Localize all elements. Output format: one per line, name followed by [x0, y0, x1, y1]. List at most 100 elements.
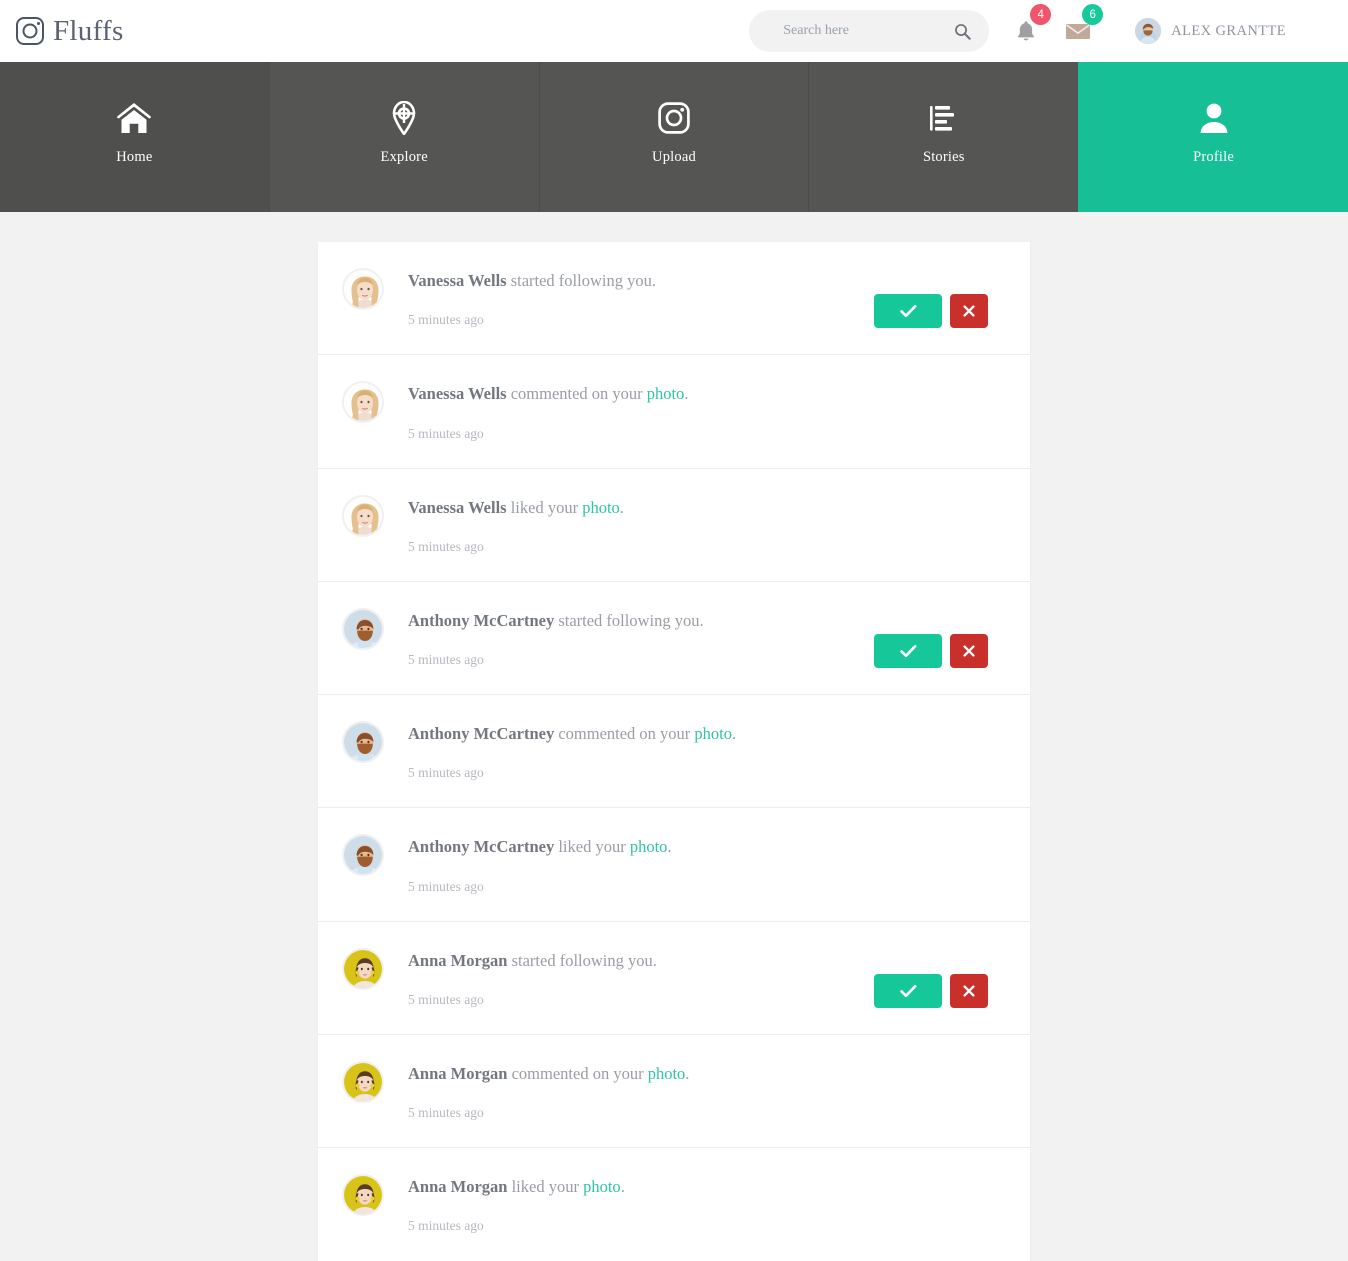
notification-user-name[interactable]: Anna Morgan [408, 1064, 507, 1083]
notification-row: Anna Morgan started following you. 5 minu… [318, 922, 1030, 1035]
avatar [342, 268, 384, 310]
reject-follow-button[interactable] [950, 294, 988, 329]
notification-text: Vanessa Wells liked your photo. [408, 497, 1006, 519]
notifications-button[interactable]: 4 [1011, 4, 1052, 49]
user-name-label: ALEX GRANTTE [1171, 22, 1286, 39]
notification-timestamp: 5 minutes ago [408, 1218, 484, 1234]
notification-text: Vanessa Wells started following you. [408, 270, 1006, 292]
check-icon [899, 984, 917, 998]
avatar [342, 834, 384, 877]
notification-text: Anthony McCartney started following you. [408, 610, 1006, 632]
times-icon [963, 305, 975, 317]
notification-action-text: started following you. [506, 271, 656, 290]
avatar [342, 381, 384, 424]
notification-action-text: liked your [554, 837, 630, 857]
instagram-camera-icon [16, 17, 44, 45]
notification-body: Anthony McCartney commented on your phot… [408, 721, 1006, 781]
home-icon [116, 101, 152, 135]
notification-row: Anna Morgan commented on your photo. 5 mi… [318, 1035, 1030, 1149]
notification-photo-link[interactable]: photo [630, 837, 668, 856]
notification-suffix: . [619, 497, 624, 517]
notification-user-name[interactable]: Anthony McCartney [408, 837, 554, 856]
notification-photo-link[interactable]: photo [647, 384, 685, 403]
top-header-bar: Fluffs 4 6 [0, 0, 1348, 62]
notification-user-name[interactable]: Vanessa Wells [408, 384, 507, 403]
notification-body: Anthony McCartney liked your photo. 5 min… [408, 834, 1006, 894]
reject-follow-button[interactable] [950, 973, 988, 1008]
notification-actions [874, 973, 988, 1008]
nav-item-profile[interactable]: Profile [1078, 62, 1348, 212]
notification-body: Vanessa Wells commented on your photo. 5 … [408, 381, 1006, 441]
notification-photo-link[interactable]: photo [694, 724, 732, 743]
search-input[interactable] [783, 23, 955, 39]
notification-suffix: . [667, 837, 672, 857]
avatar [1135, 18, 1162, 44]
messages-button[interactable]: 6 [1063, 4, 1104, 49]
brand-logo[interactable]: Fluffs [16, 14, 124, 47]
avatar [342, 1174, 384, 1217]
brand-name: Fluffs [53, 14, 124, 47]
notification-user-name[interactable]: Vanessa Wells [408, 498, 507, 517]
accept-follow-button[interactable] [874, 973, 942, 1008]
messages-badge: 6 [1082, 4, 1104, 25]
notification-timestamp: 5 minutes ago [408, 765, 484, 781]
nav-item-label: Profile [1193, 148, 1235, 165]
notification-text: Anna Morgan liked your photo. [408, 1176, 1006, 1198]
notification-user-name[interactable]: Anthony McCartney [408, 724, 554, 743]
notification-row: Vanessa Wells commented on your photo. 5 … [318, 355, 1030, 469]
notification-action-text: started following you. [507, 950, 657, 970]
search-box[interactable] [749, 10, 990, 52]
notification-photo-link[interactable]: photo [583, 1177, 621, 1196]
notification-user-name[interactable]: Vanessa Wells [408, 271, 507, 290]
user-menu[interactable]: ALEX GRANTTE [1135, 18, 1286, 44]
nav-item-label: Upload [652, 148, 696, 165]
notification-photo-link[interactable]: photo [648, 1064, 686, 1083]
nav-item-label: Explore [380, 148, 428, 165]
notification-action-text: liked your [506, 497, 583, 517]
check-icon [899, 304, 917, 318]
notification-body: Anna Morgan liked your photo. 5 minutes a… [408, 1174, 1006, 1234]
notifications-card: Vanessa Wells started following you. 5 mi… [318, 242, 1030, 1261]
notification-row: Vanessa Wells started following you. 5 mi… [318, 242, 1030, 356]
nav-item-label: Stories [922, 148, 965, 165]
nav-item-stories[interactable]: Stories [808, 62, 1079, 212]
main-navigation: Home Explore Upload Stories Profile [0, 62, 1348, 212]
accept-follow-button[interactable] [874, 294, 942, 329]
notification-text: Vanessa Wells commented on your photo. [408, 383, 1006, 405]
notification-action-text: liked your [507, 1177, 584, 1197]
notification-text: Anthony McCartney liked your photo. [408, 836, 1006, 858]
search-icon[interactable] [954, 23, 971, 40]
times-icon [963, 985, 975, 997]
notification-user-name[interactable]: Anna Morgan [408, 951, 507, 970]
accept-follow-button[interactable] [874, 634, 942, 669]
notification-timestamp: 5 minutes ago [408, 538, 484, 554]
notification-row: Anthony McCartney liked your photo. 5 min… [318, 808, 1030, 922]
notification-body: Anna Morgan commented on your photo. 5 mi… [408, 1061, 1006, 1121]
nav-item-upload[interactable]: Upload [538, 62, 809, 212]
nav-item-explore[interactable]: Explore [268, 62, 539, 212]
notification-suffix: . [684, 384, 689, 404]
notification-suffix: . [685, 1063, 690, 1083]
notification-user-name[interactable]: Anna Morgan [408, 1177, 507, 1196]
notification-timestamp: 5 minutes ago [408, 1105, 484, 1121]
notification-suffix: . [732, 724, 737, 744]
notification-row: Anthony McCartney commented on your phot… [318, 695, 1030, 809]
notification-text: Anna Morgan started following you. [408, 950, 1006, 972]
check-icon [899, 644, 917, 658]
avatar [342, 721, 384, 764]
notification-photo-link[interactable]: photo [582, 498, 620, 517]
notification-suffix: . [620, 1177, 625, 1197]
avatar [342, 947, 384, 990]
notifications-badge: 4 [1030, 4, 1052, 25]
notification-row: Anna Morgan liked your photo. 5 minutes a… [318, 1148, 1030, 1261]
nav-item-home[interactable]: Home [0, 62, 269, 212]
notification-actions [874, 294, 988, 329]
notification-user-name[interactable]: Anthony McCartney [408, 611, 554, 630]
times-icon [963, 645, 975, 657]
reject-follow-button[interactable] [950, 634, 988, 669]
page-content: Vanessa Wells started following you. 5 mi… [0, 212, 1348, 1261]
avatar [342, 1060, 384, 1103]
notification-body: Vanessa Wells liked your photo. 5 minutes… [408, 495, 1006, 555]
notification-action-text: commented on your [506, 384, 647, 404]
notification-action-text: commented on your [554, 724, 695, 744]
